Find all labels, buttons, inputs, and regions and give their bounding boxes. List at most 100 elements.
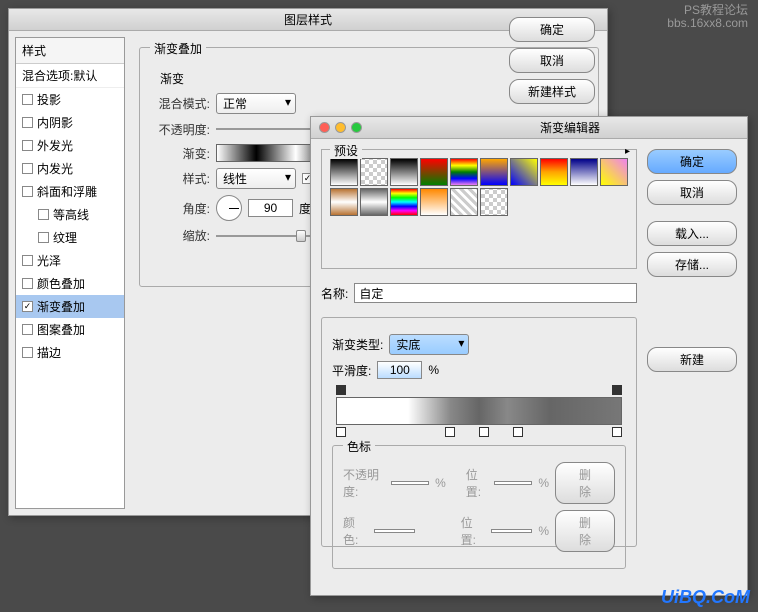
- checkbox-icon[interactable]: [22, 117, 33, 128]
- smoothness-label: 平滑度:: [332, 362, 371, 379]
- style-outer-glow[interactable]: 外发光: [16, 134, 124, 157]
- preset-swatch[interactable]: [570, 158, 598, 186]
- window-controls: [319, 122, 362, 133]
- preset-swatch[interactable]: [360, 158, 388, 186]
- style-gradient-overlay[interactable]: ✓渐变叠加: [16, 295, 124, 318]
- cancel-button[interactable]: 取消: [509, 48, 595, 73]
- style-pattern-overlay[interactable]: 图案叠加: [16, 318, 124, 341]
- preset-grid: [330, 158, 628, 216]
- gradient-type-label: 渐变类型:: [332, 336, 383, 353]
- blend-mode-select[interactable]: 正常: [216, 93, 296, 114]
- checkbox-icon[interactable]: ✓: [22, 301, 33, 312]
- color-stop[interactable]: [479, 427, 489, 437]
- delete-color-stop-button[interactable]: 删除: [555, 510, 615, 552]
- style-drop-shadow[interactable]: 投影: [16, 88, 124, 111]
- style-satin[interactable]: 光泽: [16, 249, 124, 272]
- gradient-editor-dialog: 渐变编辑器 预设 ▸: [310, 116, 748, 596]
- checkbox-icon[interactable]: [38, 209, 49, 220]
- blend-options-item[interactable]: 混合选项:默认: [16, 64, 124, 88]
- preset-swatch[interactable]: [450, 158, 478, 186]
- gradient-bar[interactable]: [336, 397, 622, 425]
- load-button[interactable]: 载入...: [647, 221, 737, 246]
- preset-swatch[interactable]: [420, 158, 448, 186]
- gradient-style-select[interactable]: 线性: [216, 168, 296, 189]
- section-title: 渐变叠加: [150, 40, 206, 57]
- checkbox-icon[interactable]: [38, 232, 49, 243]
- new-button[interactable]: 新建: [647, 347, 737, 372]
- opacity-stop[interactable]: [612, 385, 622, 395]
- presets-box: 预设 ▸: [321, 149, 637, 269]
- new-style-button[interactable]: 新建样式: [509, 79, 595, 104]
- checkbox-icon[interactable]: [22, 278, 33, 289]
- style-texture[interactable]: 纹理: [16, 226, 124, 249]
- minimize-icon[interactable]: [335, 122, 346, 133]
- checkbox-icon[interactable]: [22, 347, 33, 358]
- styles-header[interactable]: 样式: [16, 38, 124, 64]
- style-inner-shadow[interactable]: 内阴影: [16, 111, 124, 134]
- color-stop[interactable]: [513, 427, 523, 437]
- style-inner-glow[interactable]: 内发光: [16, 157, 124, 180]
- checkbox-icon[interactable]: [22, 140, 33, 151]
- style-label: 样式:: [150, 170, 210, 187]
- stop-opacity-label: 不透明度:: [343, 466, 385, 500]
- stop-position-label: 位置:: [466, 466, 488, 500]
- stop-position-label2: 位置:: [461, 514, 486, 548]
- watermark-top: PS教程论坛 bbs.16xx8.com: [667, 4, 748, 30]
- checkbox-icon[interactable]: [22, 324, 33, 335]
- dialog2-title: 渐变编辑器: [540, 119, 600, 136]
- stop-color-label: 颜色:: [343, 514, 368, 548]
- color-stop[interactable]: [336, 427, 346, 437]
- preset-swatch[interactable]: [450, 188, 478, 216]
- dialog1-buttons: 确定 取消 新建样式: [509, 17, 595, 104]
- ok-button[interactable]: 确定: [509, 17, 595, 42]
- dialog2-buttons: 确定 取消 载入... 存储... 新建: [647, 149, 737, 547]
- checkbox-icon[interactable]: [22, 255, 33, 266]
- angle-input[interactable]: 90: [248, 199, 293, 217]
- preset-swatch[interactable]: [600, 158, 628, 186]
- name-input[interactable]: [354, 283, 637, 303]
- stop-position-input: [494, 481, 532, 485]
- style-contour[interactable]: 等高线: [16, 203, 124, 226]
- save-button[interactable]: 存储...: [647, 252, 737, 277]
- name-label: 名称:: [321, 285, 348, 302]
- color-stop[interactable]: [612, 427, 622, 437]
- gradient-label: 渐变:: [150, 145, 210, 162]
- preset-swatch[interactable]: [360, 188, 388, 216]
- style-stroke[interactable]: 描边: [16, 341, 124, 364]
- smoothness-input[interactable]: 100: [377, 361, 422, 379]
- checkbox-icon[interactable]: [22, 94, 33, 105]
- opacity-label: 不透明度:: [150, 121, 210, 138]
- angle-control[interactable]: [216, 195, 242, 221]
- styles-list-panel: 样式 混合选项:默认 投影 内阴影 外发光 内发光 斜面和浮雕 等高线 纹理 光…: [15, 37, 125, 509]
- style-bevel[interactable]: 斜面和浮雕: [16, 180, 124, 203]
- opacity-stop[interactable]: [336, 385, 346, 395]
- preset-swatch[interactable]: [480, 158, 508, 186]
- preset-swatch[interactable]: [540, 158, 568, 186]
- watermark-bottom: UiBQ.CoM: [661, 587, 750, 608]
- gradient-type-select[interactable]: 实底: [389, 334, 469, 355]
- blend-mode-label: 混合模式:: [150, 95, 210, 112]
- presets-menu-icon[interactable]: ▸: [625, 146, 630, 157]
- preset-swatch[interactable]: [390, 188, 418, 216]
- checkbox-icon[interactable]: [22, 186, 33, 197]
- preset-swatch[interactable]: [390, 158, 418, 186]
- presets-label: 预设: [330, 142, 362, 159]
- close-icon[interactable]: [319, 122, 330, 133]
- stops-label: 色标: [343, 438, 375, 455]
- preset-swatch[interactable]: [330, 158, 358, 186]
- dialog2-titlebar: 渐变编辑器: [311, 117, 747, 139]
- scale-label: 缩放:: [150, 227, 210, 244]
- cancel-button[interactable]: 取消: [647, 180, 737, 205]
- checkbox-icon[interactable]: [22, 163, 33, 174]
- ok-button[interactable]: 确定: [647, 149, 737, 174]
- zoom-icon[interactable]: [351, 122, 362, 133]
- delete-opacity-stop-button[interactable]: 删除: [555, 462, 615, 504]
- color-stop[interactable]: [445, 427, 455, 437]
- preset-swatch[interactable]: [510, 158, 538, 186]
- preset-swatch[interactable]: [330, 188, 358, 216]
- preset-swatch[interactable]: [480, 188, 508, 216]
- stop-position-input2: [491, 529, 532, 533]
- style-color-overlay[interactable]: 颜色叠加: [16, 272, 124, 295]
- preset-swatch[interactable]: [420, 188, 448, 216]
- stop-color-swatch: [374, 529, 415, 533]
